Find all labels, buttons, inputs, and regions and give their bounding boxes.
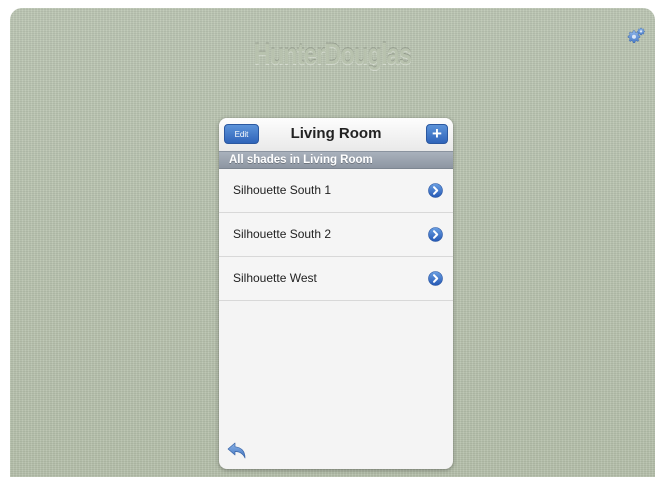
panel-header: Edit Living Room + xyxy=(219,118,453,151)
app-background: HunterDouglas Edit Living Room + All sha… xyxy=(10,8,655,477)
brand-logo: HunterDouglas xyxy=(253,38,412,71)
chevron-right-circle-icon[interactable] xyxy=(428,227,443,242)
chevron-right-circle-icon[interactable] xyxy=(428,183,443,198)
edit-button[interactable]: Edit xyxy=(224,124,259,144)
list-item[interactable]: Silhouette South 1 xyxy=(219,169,453,213)
back-arrow-icon xyxy=(227,442,246,459)
back-button[interactable] xyxy=(227,441,249,461)
room-panel: Edit Living Room + All shades in Living … xyxy=(219,118,453,469)
list-item[interactable]: Silhouette West xyxy=(219,257,453,301)
list-item[interactable]: Silhouette South 2 xyxy=(219,213,453,257)
shade-name: Silhouette South 1 xyxy=(233,183,332,197)
add-shade-button[interactable]: + xyxy=(426,124,448,144)
settings-button[interactable] xyxy=(625,25,647,47)
section-header: All shades in Living Room xyxy=(219,151,453,169)
plus-icon: + xyxy=(432,124,442,143)
gear-icon xyxy=(627,27,645,43)
chevron-right-circle-icon[interactable] xyxy=(428,271,443,286)
page-title: Living Room xyxy=(290,125,382,142)
shade-name: Silhouette West xyxy=(233,271,317,285)
shade-name: Silhouette South 2 xyxy=(233,227,332,241)
